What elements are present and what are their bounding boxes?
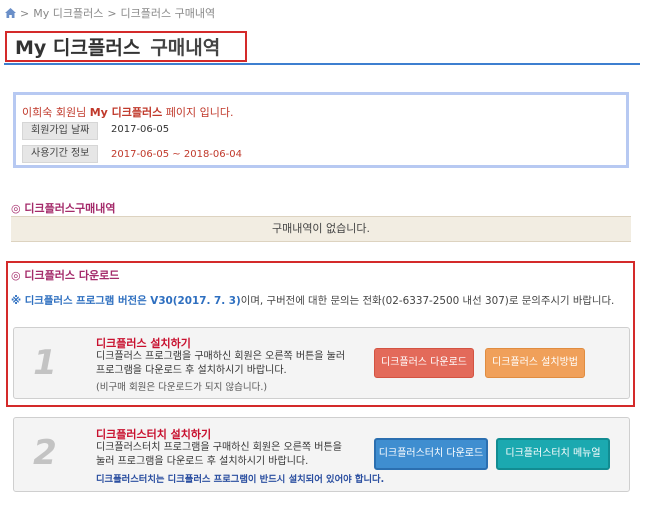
step2-note: 디크플러스터치는 디크플러스 프로그램이 반드시 설치되어 있어야 합니다. bbox=[96, 474, 385, 485]
step1-desc-line1: 디크플러스 프로그램을 구매하신 회원은 오른쪽 버튼을 눌러 bbox=[96, 351, 346, 362]
breadcrumb-separator: > bbox=[107, 6, 117, 20]
join-date-value: 2017-06-05 bbox=[111, 124, 170, 135]
period-label: 사용기간 정보 bbox=[22, 145, 99, 163]
step2-desc-line2: 눌러 프로그램을 다운로드 후 설치하시기 바랍니다. bbox=[96, 456, 309, 467]
join-date-label: 회원가입 날짜 bbox=[22, 122, 99, 140]
greeting-brand: My 디크플러스 bbox=[89, 106, 163, 119]
dikplus-touch-manual-button[interactable]: 디크플러스터치 메뉴얼 bbox=[496, 438, 610, 470]
purchase-empty-message: 구매내역이 없습니다. bbox=[11, 216, 631, 242]
dikplus-touch-download-button[interactable]: 디크플러스터치 다운로드 bbox=[374, 438, 488, 470]
purchase-section-title: ◎ 디크플러스구매내역 bbox=[11, 202, 116, 215]
breadcrumb-separator: > bbox=[20, 6, 30, 20]
home-icon[interactable] bbox=[5, 8, 16, 18]
step1-note: (비구매 회원은 다운로드가 되지 않습니다.) bbox=[96, 382, 268, 393]
version-notice-rest: 이며, 구버전에 대한 문의는 전화(02-6337-2500 내선 307)로… bbox=[240, 295, 615, 307]
page-title: My 디크플러스 구매내역 bbox=[5, 31, 247, 62]
step2-title: 디크플러스터치 설치하기 bbox=[96, 428, 212, 441]
breadcrumb-item-my-dikplus[interactable]: My 디크플러스 bbox=[33, 5, 103, 21]
step2-desc-line1: 디크플러스터치 프로그램을 구매하신 회원은 오른쪽 버튼을 bbox=[96, 442, 342, 453]
step1-title: 디크플러스 설치하기 bbox=[96, 337, 191, 350]
greeting-end: 페이지 입니다. bbox=[162, 106, 234, 119]
version-notice: ※ 디크플러스 프로그램 버전은 V30(2017. 7. 3)이며, 구버전에… bbox=[11, 292, 614, 307]
step1-desc-line2: 프로그램을 다운로드 후 설치하시기 바랍니다. bbox=[96, 365, 287, 376]
step2-number: 2 bbox=[33, 433, 57, 473]
page-title-main: My 디크플러스 bbox=[15, 37, 141, 59]
breadcrumb: > My 디크플러스 > 디크플러스 구매내역 bbox=[5, 5, 215, 21]
dikplus-download-button[interactable]: 디크플러스 다운로드 bbox=[374, 348, 474, 378]
period-value: 2017-06-05 ~ 2018-06-04 bbox=[111, 149, 242, 160]
breadcrumb-item-purchase-history: 디크플러스 구매내역 bbox=[120, 7, 216, 20]
title-divider bbox=[4, 63, 640, 65]
member-name: 이희숙 bbox=[22, 106, 53, 119]
greeting-mid: 회원님 bbox=[52, 106, 90, 119]
version-notice-bold: ※ 디크플러스 프로그램 버전은 V30(2017. 7. 3) bbox=[11, 295, 241, 307]
download-section-title: ◎ 디크플러스 다운로드 bbox=[11, 269, 120, 282]
step1-number: 1 bbox=[33, 343, 57, 383]
page-title-sub: 구매내역 bbox=[150, 37, 221, 59]
dikplus-install-guide-button[interactable]: 디크플러스 설치방법 bbox=[485, 348, 585, 378]
member-greeting: 이희숙 회원님 My 디크플러스 페이지 입니다. bbox=[22, 104, 234, 120]
